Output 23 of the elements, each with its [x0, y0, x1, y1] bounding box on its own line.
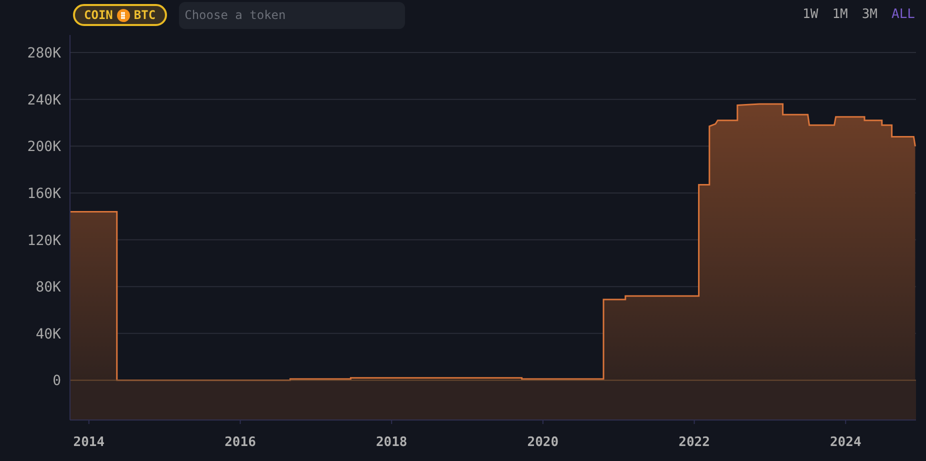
y-tick-label: 240K [27, 92, 61, 108]
range-tab[interactable]: 1W [802, 5, 820, 25]
y-tick-label: 160K [27, 186, 61, 202]
range-tab[interactable]: ALL [890, 5, 916, 25]
y-tick-label: 120K [27, 232, 61, 249]
token-search-field[interactable]: Choose a token [178, 2, 405, 28]
x-tick-label: 2014 [73, 435, 105, 450]
x-tick-label: 2016 [224, 435, 256, 450]
x-tick-label: 2022 [678, 435, 710, 450]
coin-icon [116, 8, 130, 22]
x-tick-label: 2018 [376, 435, 408, 450]
y-tick-label: 280K [27, 46, 61, 62]
y-tick-label: 0 [52, 373, 61, 390]
badge-label: BTC [134, 7, 156, 24]
x-tick-label: 2020 [527, 435, 559, 450]
y-tick-label: 40K [36, 326, 61, 342]
token-badge[interactable]: COIN BTC [73, 4, 167, 26]
y-tick-label: 200K [27, 139, 61, 156]
x-tick-label: 2024 [830, 435, 862, 450]
range-tab[interactable]: 3M [860, 5, 879, 25]
badge-label: COIN [84, 7, 113, 24]
range-tab[interactable]: 1M [831, 5, 849, 25]
y-tick-label: 80K [36, 280, 61, 296]
